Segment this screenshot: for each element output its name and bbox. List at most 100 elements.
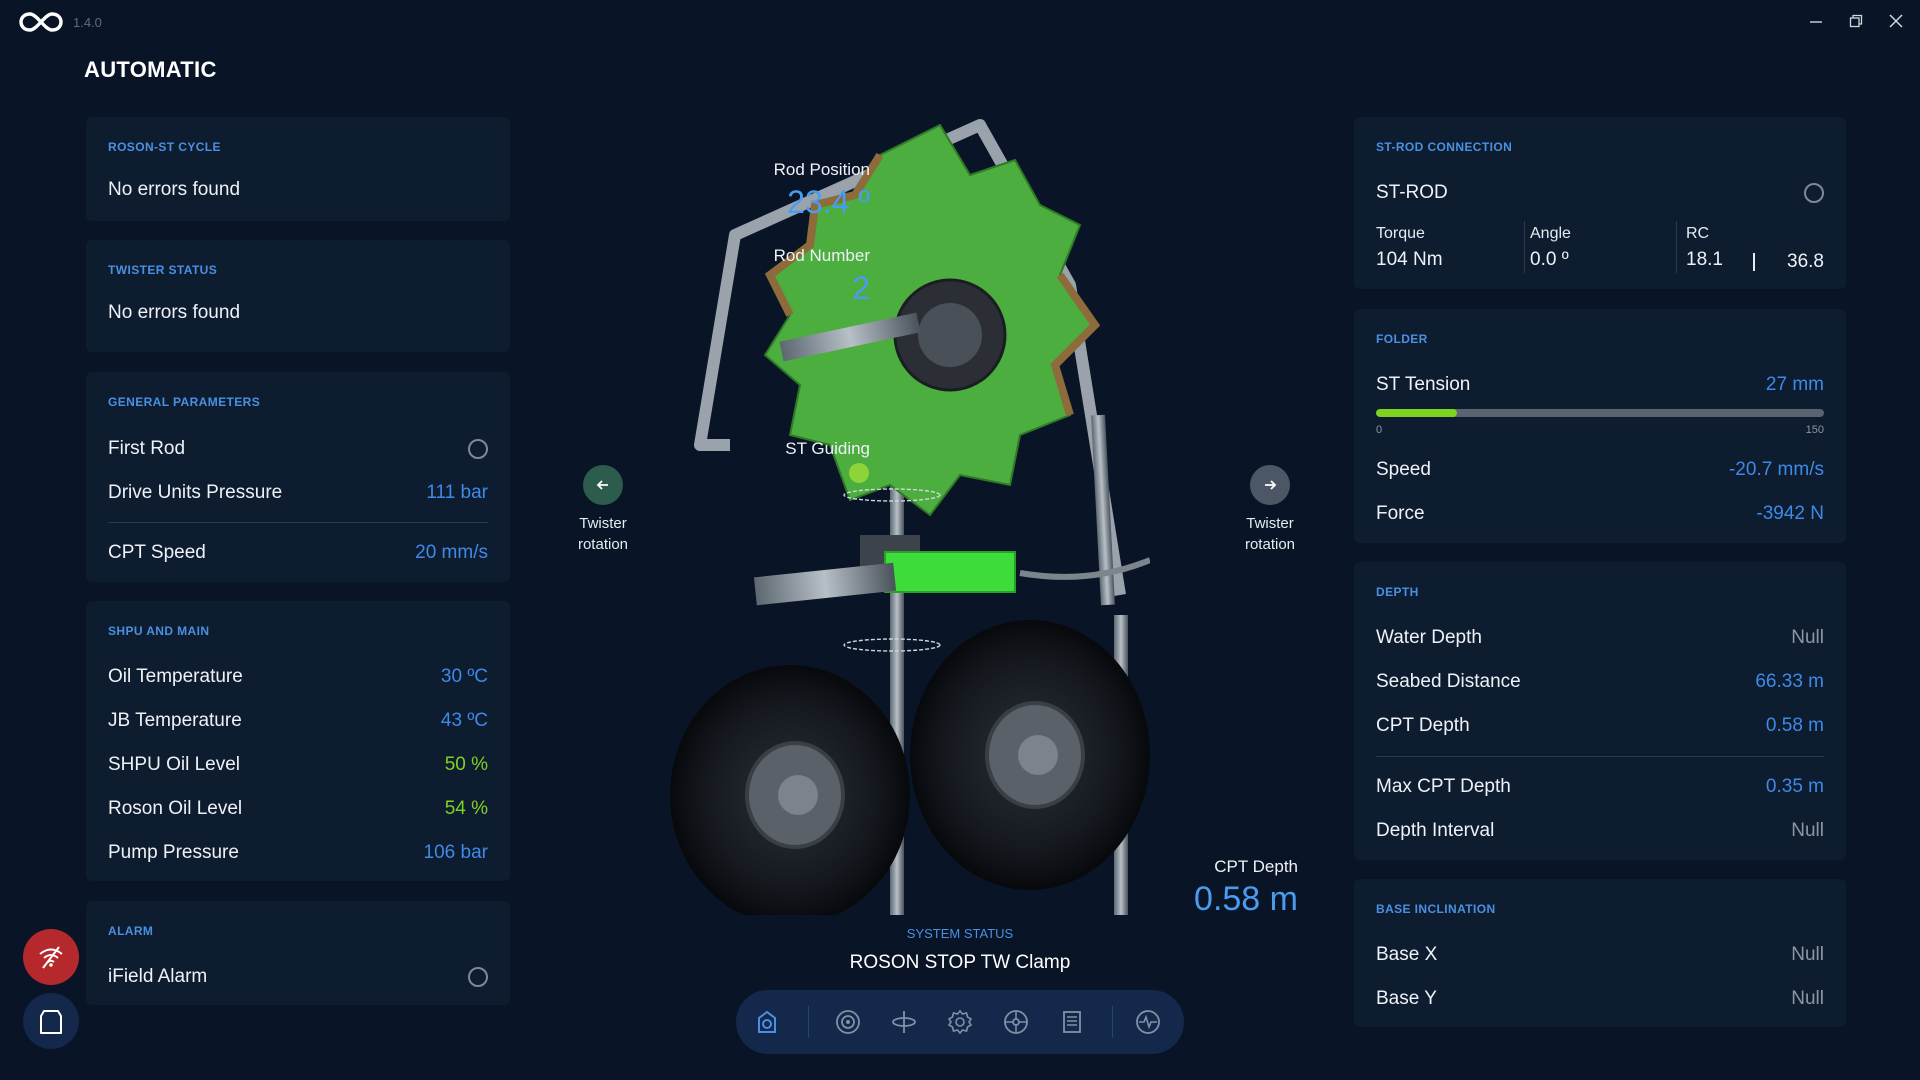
scale-max: 150	[1805, 424, 1824, 436]
rc-value-1: 18.1	[1686, 249, 1723, 270]
card-title: ROSON-ST CYCLE	[108, 140, 221, 154]
st-rod-row: ST-ROD	[1376, 179, 1824, 207]
close-button[interactable]	[1881, 8, 1911, 34]
card-title: TWISTER STATUS	[108, 263, 218, 277]
shpu-row: SHPU Oil Level 50 %	[108, 751, 488, 779]
max-cpt-depth-label: Max CPT Depth	[1376, 776, 1511, 797]
shpu-and-main-card: SHPU AND MAIN Oil Temperature 30 ºC JB T…	[86, 601, 510, 881]
ifield-alarm-row: iField Alarm	[108, 963, 488, 991]
card-title: SHPU AND MAIN	[108, 624, 210, 638]
st-tension-row: ST Tension 27 mm	[1376, 371, 1824, 399]
shpu-oil-level-value: 50 %	[444, 754, 488, 775]
st-rod-radio[interactable]	[1804, 183, 1824, 203]
cpt-speed-label: CPT Speed	[108, 542, 206, 563]
twister-left-label-line2: rotation	[577, 536, 629, 553]
force-row: Force -3942 N	[1376, 500, 1824, 528]
st-rod-connection-card: ST-ROD CONNECTION ST-ROD Torque 104 Nm A…	[1354, 117, 1846, 289]
ifield-alarm-label: iField Alarm	[108, 966, 208, 987]
st-rod-label: ST-ROD	[1376, 182, 1448, 203]
pump-pressure-label: Pump Pressure	[108, 842, 239, 863]
angle-label: Angle	[1530, 225, 1571, 242]
toolbar-divider	[808, 1006, 809, 1038]
base-y-label: Base Y	[1376, 988, 1437, 1009]
roson-oil-level-label: Roson Oil Level	[108, 798, 243, 819]
st-tension-label: ST Tension	[1376, 374, 1471, 395]
tool-log[interactable]	[1052, 1002, 1092, 1042]
cycle-status-message: No errors found	[108, 179, 241, 200]
shpu-row: Oil Temperature 30 ºC	[108, 663, 488, 691]
rod-number-value: 2	[852, 270, 870, 306]
rod-position-value: 23.4 º	[787, 184, 870, 220]
twister-right-label-line2: rotation	[1244, 536, 1296, 553]
st-tension-value: 27 mm	[1765, 374, 1824, 395]
ifield-alarm-radio[interactable]	[468, 967, 488, 987]
depth-interval-value: Null	[1791, 820, 1824, 841]
st-tension-bar	[1376, 409, 1824, 417]
first-rod-radio[interactable]	[468, 439, 488, 459]
speed-value: -20.7 mm/s	[1728, 459, 1824, 480]
tool-settings[interactable]	[940, 1002, 980, 1042]
tool-roson[interactable]	[747, 1002, 787, 1042]
rc-label: RC	[1686, 225, 1710, 242]
drive-pressure-value: 111 bar	[426, 482, 488, 503]
no-signal-button[interactable]	[23, 929, 79, 985]
card-title: ALARM	[108, 924, 154, 938]
roson-oil-level-value: 54 %	[444, 798, 488, 819]
shpu-row: JB Temperature 43 ºC	[108, 707, 488, 735]
force-value: -3942 N	[1756, 503, 1824, 524]
seabed-distance-value: 66.33 m	[1755, 671, 1824, 692]
twister-rotate-right-button[interactable]	[1250, 465, 1290, 505]
rod-position-label: Rod Position	[773, 160, 870, 179]
first-rod-label: First Rod	[108, 438, 186, 459]
restore-button[interactable]	[1841, 8, 1871, 34]
system-status-value: ROSON STOP TW Clamp	[849, 952, 1071, 973]
twister-right-label-line1: Twister	[1246, 515, 1294, 532]
general-parameters-card: GENERAL PARAMETERS First Rod Drive Units…	[86, 372, 510, 582]
minimize-button[interactable]	[1801, 8, 1831, 34]
twister-status-message: No errors found	[108, 302, 241, 323]
card-title: DEPTH	[1376, 585, 1419, 599]
tool-twister[interactable]	[884, 1002, 924, 1042]
log-icon	[1063, 1011, 1081, 1033]
wifi-off-icon	[39, 946, 63, 969]
depth-row: CPT Depth 0.58 m	[1376, 712, 1824, 740]
cpt-speed-value: 20 mm/s	[415, 542, 488, 563]
torque-stat: Torque 104 Nm	[1376, 225, 1443, 271]
divider	[108, 522, 488, 523]
minimize-icon	[1810, 21, 1822, 23]
seabed-distance-label: Seabed Distance	[1376, 671, 1521, 692]
twister-left-label-line1: Twister	[579, 515, 627, 532]
device-button[interactable]	[23, 993, 79, 1049]
base-x-label: Base X	[1376, 944, 1438, 965]
rc-separator	[1753, 253, 1755, 271]
shpu-oil-level-label: SHPU Oil Level	[108, 754, 240, 775]
twister-rotate-left-button[interactable]	[583, 465, 623, 505]
rod-number-label: Rod Number	[773, 246, 870, 265]
cpt-depth-label: CPT Depth	[1214, 857, 1298, 876]
oil-temperature-label: Oil Temperature	[108, 666, 243, 687]
alarm-card: ALARM iField Alarm	[86, 901, 510, 1005]
base-y-value: Null	[1791, 988, 1824, 1009]
twister-left-label: Twister rotation	[553, 513, 653, 555]
heartbeat-icon	[1136, 1010, 1160, 1034]
drive-pressure-label: Drive Units Pressure	[108, 482, 283, 503]
tool-target[interactable]	[828, 1002, 868, 1042]
st-tension-bar-fill	[1376, 409, 1457, 417]
arrow-right-icon	[1265, 480, 1277, 490]
bottom-toolbar	[736, 990, 1184, 1054]
tool-monitor[interactable]	[1128, 1002, 1168, 1042]
shpu-row: Pump Pressure 106 bar	[108, 839, 488, 867]
tool-wheel[interactable]	[996, 1002, 1036, 1042]
close-icon	[1889, 14, 1903, 28]
base-inclination-card: BASE INCLINATION Base X Null Base Y Null	[1354, 879, 1846, 1027]
shpu-row: Roson Oil Level 54 %	[108, 795, 488, 823]
oil-temperature-value: 30 ºC	[440, 666, 488, 687]
gear-icon	[947, 1009, 973, 1035]
divider	[1376, 756, 1824, 757]
card-title: GENERAL PARAMETERS	[108, 395, 261, 409]
max-cpt-depth-value: 0.35 m	[1765, 776, 1824, 797]
roson-icon	[758, 1010, 776, 1033]
pump-pressure-value: 106 bar	[423, 842, 488, 863]
speed-row: Speed -20.7 mm/s	[1376, 456, 1824, 484]
system-status-title: SYSTEM STATUS	[906, 926, 1014, 941]
